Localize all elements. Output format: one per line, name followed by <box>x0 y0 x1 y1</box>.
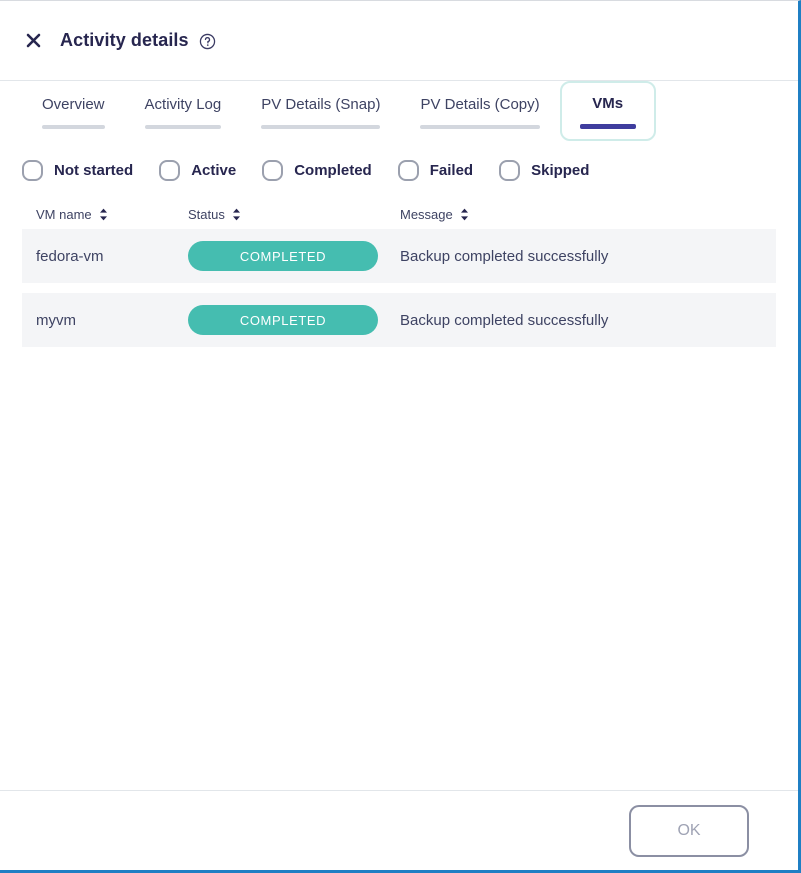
page-title: Activity details <box>60 30 189 50</box>
tab-label: Activity Log <box>144 96 222 113</box>
checkbox-not-started[interactable] <box>22 159 43 181</box>
sort-icon[interactable] <box>99 208 108 221</box>
tab-label: PV Details (Snap) <box>261 96 381 113</box>
tab-bar: Overview Activity Log PV Details (Snap) … <box>22 81 776 141</box>
ok-button[interactable]: OK <box>629 804 749 857</box>
checkbox-failed[interactable] <box>397 159 419 181</box>
filter-skipped[interactable]: Skipped <box>499 159 590 181</box>
column-header-status[interactable]: Status <box>188 207 400 222</box>
filter-label: Skipped <box>531 161 590 179</box>
tab-pv-details-copy[interactable]: PV Details (Copy) <box>400 82 559 141</box>
checkbox-active[interactable] <box>159 159 181 181</box>
filter-failed[interactable]: Failed <box>397 159 474 181</box>
sort-icon[interactable] <box>232 208 241 221</box>
cell-status: COMPLETED <box>188 305 400 335</box>
cell-message: Backup completed successfully <box>400 247 609 265</box>
close-icon[interactable] <box>22 30 44 52</box>
tab-label: VMs <box>592 95 624 112</box>
activity-details-dialog: Activity details Overview Activity Log P… <box>0 0 801 873</box>
cell-vm-name: myvm <box>36 311 76 329</box>
column-header-message[interactable]: Message <box>400 207 762 222</box>
tab-pv-details-snap[interactable]: PV Details (Snap) <box>241 82 400 141</box>
vm-table: VM name Status Message fedora-vm COMPLET… <box>22 199 776 347</box>
tab-activity-log[interactable]: Activity Log <box>125 82 242 141</box>
table-row[interactable]: fedora-vm COMPLETED Backup completed suc… <box>22 229 776 283</box>
tab-label: Overview <box>42 96 105 113</box>
filter-label: Active <box>191 161 237 179</box>
tab-underline <box>420 125 540 129</box>
dialog-footer: OK <box>0 790 798 870</box>
column-header-label: VM name <box>36 206 92 222</box>
tab-underline <box>261 125 381 129</box>
tab-overview[interactable]: Overview <box>22 82 125 141</box>
filter-label: Completed <box>294 161 372 179</box>
status-badge: COMPLETED <box>188 241 378 271</box>
cell-vm-name: fedora-vm <box>36 247 104 265</box>
sort-icon[interactable] <box>460 208 469 221</box>
status-filter-group: Not started Active Completed Failed Skip… <box>22 141 776 187</box>
column-header-label: Status <box>188 206 225 222</box>
tab-label: PV Details (Copy) <box>420 96 540 113</box>
dialog-header: Activity details <box>0 1 798 81</box>
tab-vms[interactable]: VMs <box>559 81 656 141</box>
cell-status: COMPLETED <box>188 241 400 271</box>
checkbox-completed[interactable] <box>262 159 284 181</box>
tab-underline <box>144 125 222 129</box>
table-row[interactable]: myvm COMPLETED Backup completed successf… <box>22 293 776 347</box>
filter-active[interactable]: Active <box>159 159 237 181</box>
filter-label: Not started <box>54 161 134 179</box>
status-badge: COMPLETED <box>188 305 378 335</box>
column-header-vm-name[interactable]: VM name <box>36 207 188 222</box>
filter-not-started[interactable]: Not started <box>22 159 134 181</box>
filter-completed[interactable]: Completed <box>262 159 372 181</box>
column-header-label: Message <box>400 206 453 222</box>
dialog-body: Overview Activity Log PV Details (Snap) … <box>0 81 798 790</box>
tab-underline <box>42 125 105 129</box>
table-header-row: VM name Status Message <box>22 199 776 229</box>
tab-underline <box>579 124 636 129</box>
cell-message: Backup completed successfully <box>400 311 609 329</box>
filter-label: Failed <box>429 161 474 179</box>
help-circle-icon[interactable] <box>199 33 216 50</box>
checkbox-skipped[interactable] <box>499 159 521 181</box>
